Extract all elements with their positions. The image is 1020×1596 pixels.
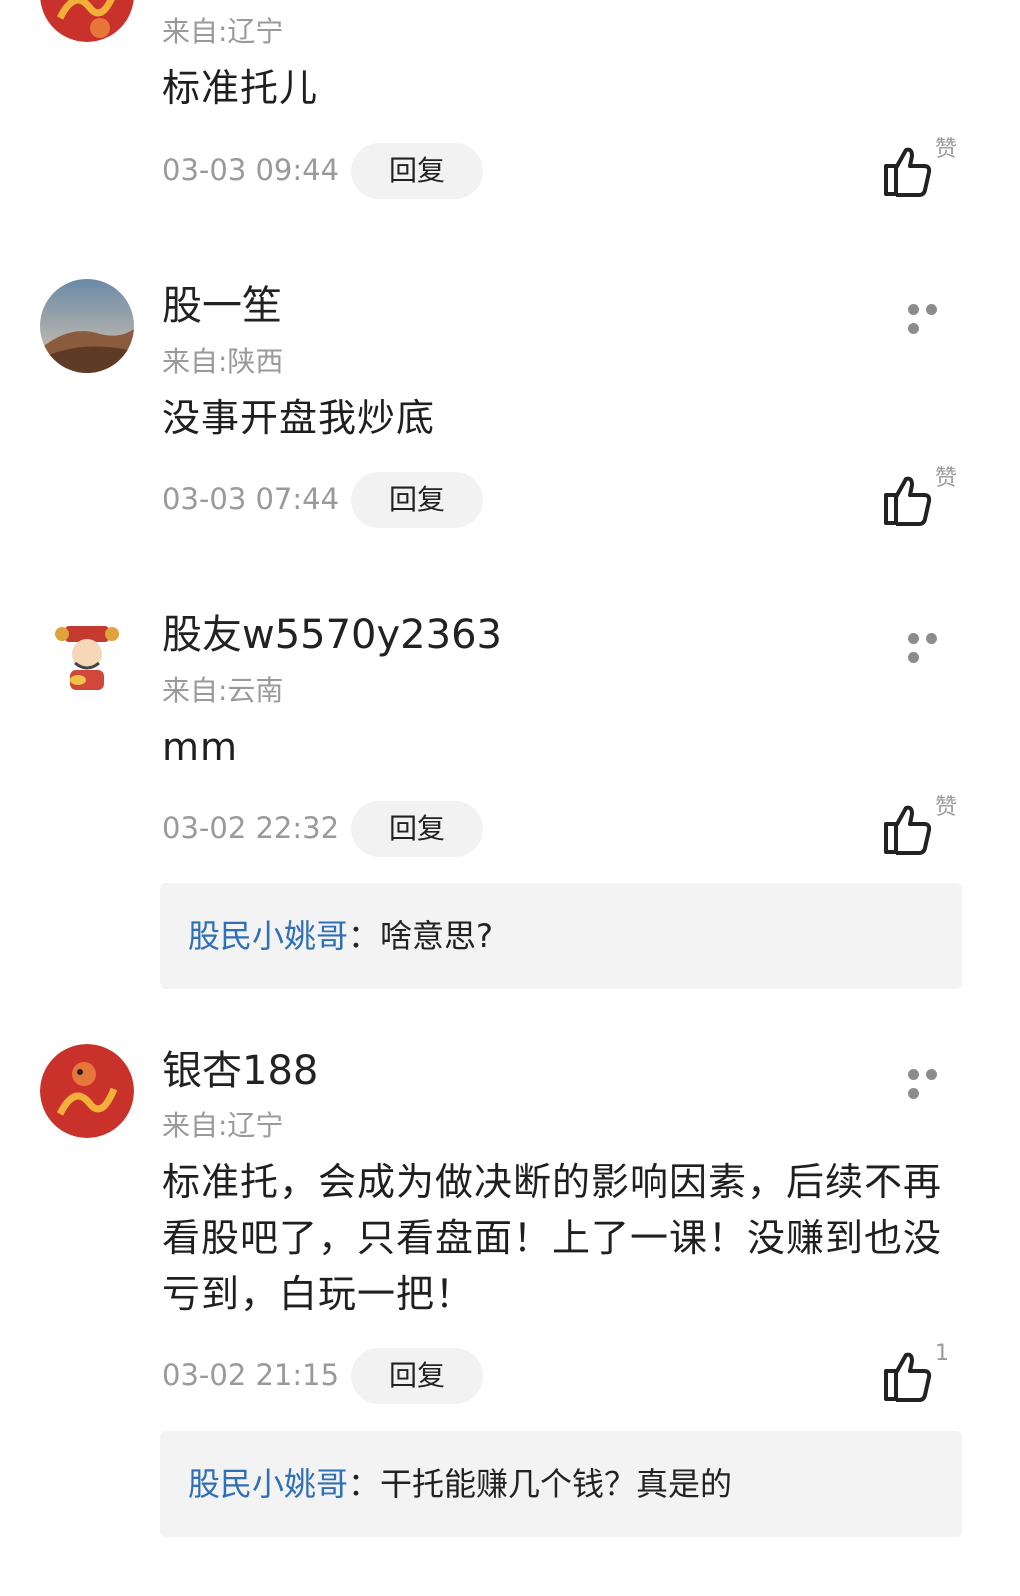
comment-time: 03-02 22:32	[162, 811, 340, 845]
comment-username[interactable]: 银杏188	[162, 1047, 318, 1095]
comment-location: 来自:陕西	[162, 345, 284, 378]
thumbs-up-icon	[884, 1352, 932, 1402]
comment-content: mm	[162, 725, 239, 769]
comment-content: 没事开盘我炒底	[162, 396, 436, 440]
more-options-icon[interactable]	[908, 629, 960, 663]
comment-location: 来自:云南	[162, 674, 284, 707]
like-count: 赞	[935, 795, 958, 820]
sub-reply-author[interactable]: 股民小姚哥	[188, 917, 348, 955]
reply-button[interactable]: 回复	[351, 143, 483, 199]
like-button[interactable]	[880, 800, 940, 860]
comment-location: 来自:辽宁	[162, 1109, 284, 1142]
avatar[interactable]	[40, 0, 134, 42]
sub-reply[interactable]: 股民小姚哥：啥意思?	[160, 883, 962, 989]
sub-reply-separator: ：	[348, 1465, 381, 1503]
comment-location: 来自:辽宁	[162, 15, 284, 48]
comment-username[interactable]: 股友w5570y2363	[162, 611, 502, 659]
sub-reply-author[interactable]: 股民小姚哥	[188, 1465, 348, 1503]
like-button[interactable]	[880, 471, 940, 531]
avatar[interactable]	[40, 1044, 134, 1138]
dragon-icon	[40, 1044, 134, 1138]
sub-reply-separator: ：	[348, 917, 381, 955]
reply-button[interactable]: 回复	[351, 472, 483, 528]
comment-content: 标准托，会成为做决断的影响因素，后续不再看股吧了，只看盘面！上了一课！没赚到也没…	[162, 1160, 943, 1316]
like-count: 赞	[935, 137, 958, 162]
desert-icon	[40, 279, 134, 373]
comment-content: 标准托儿	[162, 66, 319, 110]
fortune-god-icon	[40, 608, 134, 702]
comment-time: 03-03 09:44	[162, 153, 340, 187]
like-button[interactable]	[880, 1347, 940, 1407]
sub-reply-text: 啥意思?	[380, 917, 494, 955]
like-button[interactable]	[880, 142, 940, 202]
reply-button[interactable]: 回复	[351, 1348, 483, 1404]
sub-reply-text: 干托能赚几个钱？真是的	[380, 1465, 733, 1503]
avatar[interactable]	[40, 279, 134, 373]
avatar[interactable]	[40, 608, 134, 702]
sub-reply[interactable]: 股民小姚哥：干托能赚几个钱？真是的	[160, 1431, 962, 1537]
thumbs-up-icon	[884, 147, 932, 197]
comment-time: 03-03 07:44	[162, 482, 340, 516]
thumbs-up-icon	[884, 805, 932, 855]
comment-time: 03-02 21:15	[162, 1358, 340, 1392]
dragon-icon	[40, 0, 134, 42]
more-options-icon[interactable]	[908, 1065, 960, 1099]
comment-username[interactable]: 股一笙	[162, 282, 282, 330]
like-count: 1	[935, 1341, 949, 1366]
thumbs-up-icon	[884, 476, 932, 526]
like-count: 赞	[935, 466, 958, 491]
more-options-icon[interactable]	[908, 300, 960, 334]
reply-button[interactable]: 回复	[351, 801, 483, 857]
